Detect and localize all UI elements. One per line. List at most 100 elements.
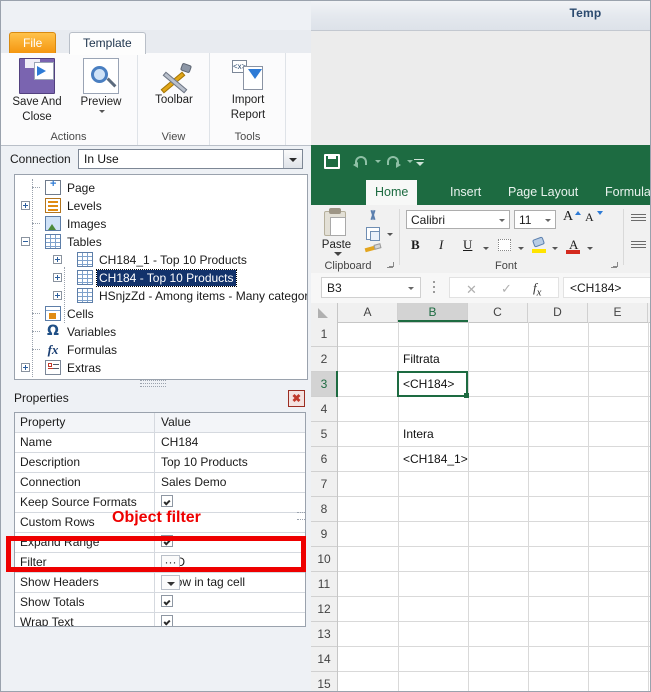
select-all-corner[interactable] (311, 303, 338, 322)
toolbar-button[interactable]: Toolbar (139, 58, 209, 107)
cancel-icon[interactable]: ✕ (466, 282, 477, 298)
row-header-11[interactable]: 11 (311, 572, 337, 597)
checkbox-checked-icon[interactable] (161, 595, 173, 607)
expand-icon[interactable] (53, 291, 62, 300)
tab-template[interactable]: Template (69, 32, 146, 55)
column-header-a[interactable]: A (338, 303, 398, 322)
font-dialog-launcher-icon[interactable] (611, 262, 620, 271)
column-header-e[interactable]: E (588, 303, 648, 322)
fill-color-dropdown-icon[interactable] (552, 247, 558, 250)
format-painter-icon[interactable] (365, 243, 381, 253)
font-family-select[interactable]: Calibri (406, 210, 510, 229)
align-left-icon[interactable] (631, 241, 646, 252)
row-header-10[interactable]: 10 (311, 547, 337, 572)
chevron-down-icon[interactable] (545, 219, 551, 222)
paste-button[interactable]: Paste (314, 239, 359, 251)
row-header-5[interactable]: 5 (311, 422, 337, 447)
save-icon[interactable] (324, 154, 340, 169)
chevron-down-icon[interactable] (283, 150, 302, 168)
property-row-show-headers[interactable]: Show Headers Show in tag cell (15, 573, 305, 593)
font-size-select[interactable]: 11 (514, 210, 556, 229)
template-tree[interactable]: Page Levels Images Tables CH184_1 - Top 10 P… (14, 174, 308, 380)
cell-B5[interactable]: Intera (398, 422, 473, 447)
close-icon[interactable]: ✖ (288, 390, 305, 407)
row-header-4[interactable]: 4 (311, 397, 337, 422)
chevron-down-icon[interactable] (99, 110, 105, 113)
undo-icon[interactable] (353, 155, 369, 169)
property-row-name[interactable]: Name CH184 (15, 433, 305, 453)
fill-color-icon[interactable] (533, 238, 546, 249)
font-color-dropdown-icon[interactable] (587, 247, 593, 250)
property-row-connection[interactable]: Connection Sales Demo (15, 473, 305, 493)
import-report-button[interactable]: <x> Import Report (213, 58, 283, 122)
cell-B2[interactable]: Filtrata (398, 347, 473, 372)
checkbox-checked-icon[interactable] (161, 615, 173, 626)
expand-icon[interactable] (53, 273, 62, 282)
row-header-2[interactable]: 2 (311, 347, 337, 372)
undo-dropdown-icon[interactable] (375, 160, 381, 163)
collapse-icon[interactable] (21, 237, 30, 246)
splitter-grip[interactable] (140, 379, 166, 387)
redo-icon[interactable] (387, 155, 401, 169)
italic-button[interactable]: I (439, 237, 443, 253)
insert-function-icon[interactable]: fx (533, 280, 541, 299)
row-header-14[interactable]: 14 (311, 647, 337, 672)
row-header-13[interactable]: 13 (311, 622, 337, 647)
connection-select[interactable]: In Use (78, 149, 303, 169)
expand-icon[interactable] (21, 363, 30, 372)
property-value-cell[interactable] (156, 613, 305, 626)
property-value-cell[interactable] (156, 593, 305, 612)
property-row-wrap-text[interactable]: Wrap Text (15, 613, 305, 626)
cut-icon[interactable] (366, 210, 380, 224)
property-value-cell[interactable]: CH184 (156, 433, 305, 452)
customize-qat-icon[interactable] (414, 157, 424, 167)
save-and-close-button[interactable]: Save And Close (2, 58, 72, 124)
tab-file[interactable]: File (9, 32, 57, 54)
preview-button[interactable]: Preview (66, 58, 136, 113)
cell-B6[interactable]: <CH184_1> (398, 447, 473, 472)
tab-home[interactable]: Home (366, 180, 418, 205)
column-header-c[interactable]: C (468, 303, 528, 322)
properties-scrollbar[interactable] (297, 412, 305, 627)
row-header-6[interactable]: 6 (311, 447, 337, 472)
chevron-down-icon[interactable] (161, 575, 180, 590)
row-header-8[interactable]: 8 (311, 497, 337, 522)
row-header-12[interactable]: 12 (311, 597, 337, 622)
chevron-down-icon[interactable] (408, 287, 414, 290)
expand-icon[interactable] (21, 201, 30, 210)
decrease-font-size-button[interactable]: A (585, 210, 594, 225)
row-header-15[interactable]: 15 (311, 672, 337, 692)
property-value-cell[interactable]: Show in tag cell (156, 573, 305, 592)
redo-dropdown-icon[interactable] (407, 160, 413, 163)
borders-icon[interactable] (498, 239, 511, 251)
copy-icon[interactable] (366, 227, 380, 241)
expand-icon[interactable] (53, 255, 62, 264)
row-header-9[interactable]: 9 (311, 522, 337, 547)
borders-dropdown-icon[interactable] (518, 247, 524, 250)
property-row-description[interactable]: Description Top 10 Products (15, 453, 305, 473)
row-header-3[interactable]: 3 (311, 372, 337, 397)
property-row-show-totals[interactable]: Show Totals (15, 593, 305, 613)
row-header-7[interactable]: 7 (311, 472, 337, 497)
bold-button[interactable]: B (411, 237, 420, 253)
clipboard-dialog-launcher-icon[interactable] (387, 262, 396, 271)
name-box[interactable]: B3 (321, 277, 421, 298)
copy-dropdown-icon[interactable] (387, 233, 393, 236)
formula-bar-grip[interactable] (433, 281, 435, 283)
tab-insert[interactable]: Insert (441, 180, 490, 205)
property-value-cell[interactable]: Top 10 Products (156, 453, 305, 472)
chevron-down-icon[interactable] (499, 219, 505, 222)
align-top-icon[interactable] (631, 214, 646, 225)
underline-button[interactable]: U (463, 237, 472, 253)
cell-area[interactable]: Filtrata <CH184> Intera <CH184_1> (336, 322, 651, 692)
tab-page-layout[interactable]: Page Layout (499, 180, 587, 205)
increase-font-size-button[interactable]: A (563, 209, 573, 225)
underline-dropdown-icon[interactable] (483, 247, 489, 250)
accept-icon[interactable]: ✓ (501, 281, 512, 297)
row-header-1[interactable]: 1 (311, 322, 337, 347)
checkbox-checked-icon[interactable] (161, 495, 173, 507)
formula-input[interactable]: <CH184> (563, 277, 651, 298)
tab-formulas[interactable]: Formulas (596, 180, 651, 205)
column-header-d[interactable]: D (528, 303, 588, 322)
paste-dropdown-icon[interactable] (334, 252, 342, 256)
